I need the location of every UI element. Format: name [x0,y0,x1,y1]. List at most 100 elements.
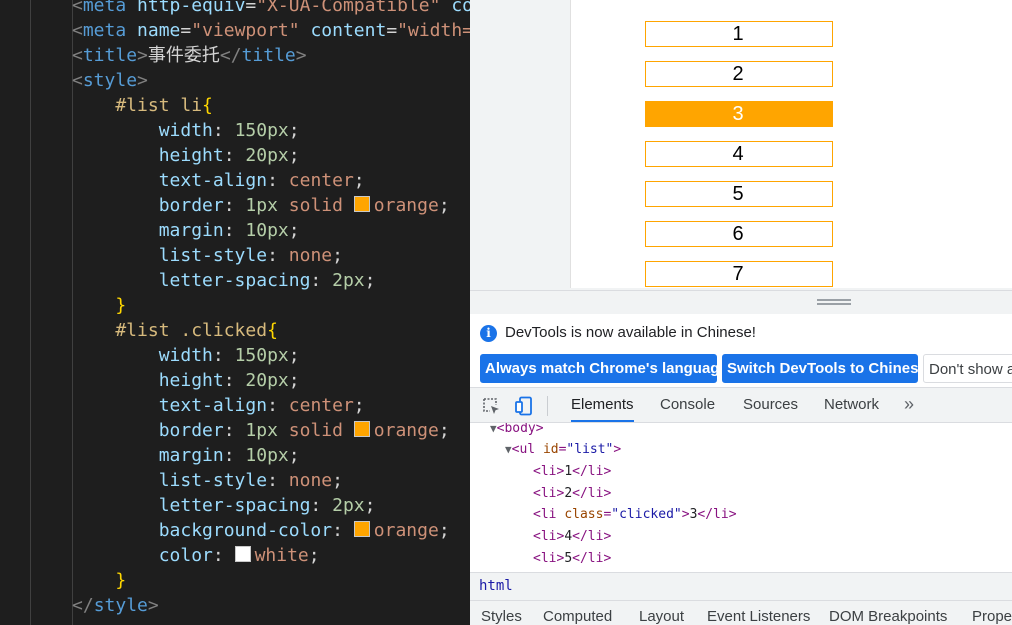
code-line: letter-spacing: 2px; [72,268,376,293]
code-token: : [212,345,235,366]
code-line: width: 150px; [72,118,300,143]
code-line: color: white; [72,543,320,568]
dom-punctuation: </li> [572,529,612,545]
code-token: } [72,570,127,591]
devtools-tab-bar: Elements Console Sources Network » [470,388,1012,423]
tab-console[interactable]: Console [660,388,715,422]
code-token: center [288,395,354,416]
code-token: margin [72,220,224,241]
subtab-properties[interactable]: Prope [972,608,1012,625]
code-token: = [180,20,192,41]
code-token: : [223,220,246,241]
code-token: list-style [72,470,268,491]
code-token: 2px [332,270,365,291]
code-line: <title>事件委托</title> [72,43,307,68]
list-item[interactable]: 3 [645,101,833,127]
dom-punctuation: <li [533,550,557,566]
code-token: ; [353,395,365,416]
code-token: "width= [397,20,470,41]
dom-node-li[interactable]: <li class="clicked">3</li> [533,504,737,525]
dom-punctuation: </li> [572,464,612,479]
dom-node-li[interactable]: <li>1</li> [533,461,611,482]
code-line: text-align: center; [72,393,365,418]
switch-to-chinese-button[interactable]: Switch DevTools to Chinese [722,354,918,383]
code-line: margin: 10px; [72,218,300,243]
dom-punctuation: > [681,507,690,523]
code-token: < [72,20,83,41]
dom-node-li[interactable]: <li>2</li> [533,483,611,504]
breadcrumb-item-html[interactable]: html [479,573,513,600]
subtab-dom-breakpoints[interactable]: DOM Breakpoints [829,608,947,625]
code-token: : [223,145,246,166]
code-token: </ [219,45,242,66]
code-token: > [137,70,148,91]
code-token: letter-spacing [72,495,311,516]
code-token: 150px [234,120,289,141]
dom-node-li[interactable]: <li>4</li> [533,526,611,547]
subtab-computed[interactable]: Computed [543,608,612,625]
code-token: 10px [245,445,289,466]
code-token: meta [82,20,138,41]
code-line: margin: 10px; [72,443,300,468]
browser-viewport: 1 2 3 4 5 6 7 [470,0,1012,290]
code-token: margin [72,445,224,466]
color-swatch-icon[interactable] [234,546,251,562]
code-token: background-color [72,520,333,541]
code-line: height: 20px; [72,368,300,393]
code-token: text-align [72,395,268,416]
code-line: text-align: center; [72,168,365,193]
code-line: background-color: orange; [72,518,450,543]
code-token: : [310,495,333,516]
code-token: ; [332,245,343,266]
inspect-element-icon[interactable] [481,396,501,416]
code-editor[interactable]: <meta http-equiv="X-UA-Compatible" co <me… [0,0,470,625]
color-swatch-icon[interactable] [353,521,370,537]
code-token: border [72,420,224,441]
devtools-resize-handle[interactable] [470,290,1012,314]
more-tabs-icon[interactable]: » [904,388,914,420]
dom-node-ul[interactable]: ▼<ul id="list"> [505,439,621,460]
dom-punctuation: <li [533,485,557,501]
dom-node-li[interactable]: <li>5</li> [533,548,611,569]
code-line: } [72,568,126,593]
device-toolbar-icon[interactable] [514,396,534,416]
tab-network[interactable]: Network [824,388,879,422]
tab-elements[interactable]: Elements [571,388,634,422]
code-token: http-equiv [137,0,246,16]
match-language-button[interactable]: Always match Chrome's language [480,354,717,383]
dom-punctuation: </li> [697,507,737,523]
code-token: < [72,45,83,66]
code-line: border: 1px solid orange; [72,193,450,218]
list-item[interactable]: 2 [645,61,833,87]
code-token: height [72,370,224,391]
color-swatch-icon[interactable] [353,196,370,212]
dom-node-body[interactable]: ▼<body> [490,423,544,439]
dont-show-again-button[interactable]: Don't show a [923,354,1012,383]
code-token: : [223,420,246,441]
code-token: center [288,170,354,191]
list-item[interactable]: 1 [645,21,833,47]
code-token: style [93,595,148,616]
list-item[interactable]: 5 [645,181,833,207]
list-item[interactable]: 7 [645,261,833,287]
code-token: { [267,320,278,341]
tab-sources[interactable]: Sources [743,388,798,422]
code-token: : [223,445,246,466]
subtab-styles[interactable]: Styles [481,608,522,625]
code-token: text-align [72,170,268,191]
code-token: : [212,120,235,141]
dom-token: 1 [564,464,573,479]
color-swatch-icon[interactable] [353,421,370,437]
list-item[interactable]: 4 [645,141,833,167]
code-token: > [147,595,159,616]
list-item[interactable]: 6 [645,221,833,247]
code-token: : [267,245,289,266]
subtab-layout[interactable]: Layout [639,608,684,625]
code-token: ; [288,120,300,141]
subtab-event-listeners[interactable]: Event Listeners [707,608,810,625]
code-token: solid [288,195,354,216]
code-token: ; [288,345,300,366]
code-line: <style> [72,68,148,93]
code-line: <meta http-equiv="X-UA-Compatible" co [72,0,470,18]
collapse-arrow-icon: ▼ [505,443,512,456]
